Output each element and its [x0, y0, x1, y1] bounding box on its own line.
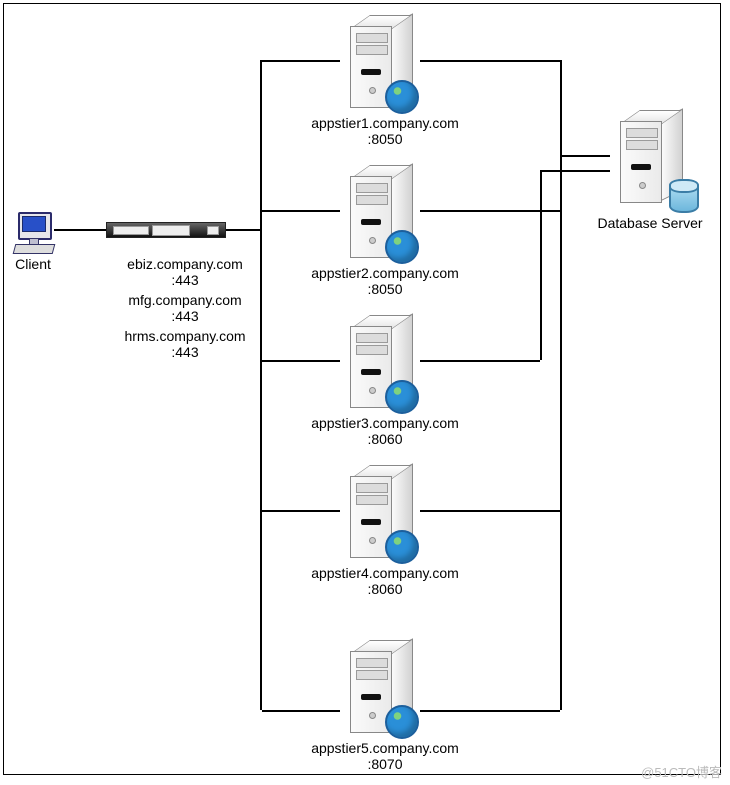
app-server-5-label: appstier5.company.com :8070 [290, 740, 480, 772]
globe-icon [385, 80, 419, 114]
database-cylinder-icon [669, 179, 699, 213]
conn-to-app3 [262, 360, 340, 362]
lb-entry-3: hrms.company.com :443 [110, 328, 260, 360]
db-bus-inner-v [540, 170, 542, 360]
conn-app1-db [420, 60, 560, 62]
conn-app4-db [420, 510, 560, 512]
conn-lb-bus [226, 229, 260, 231]
conn-client-lb [54, 229, 106, 231]
globe-icon [385, 705, 419, 739]
conn-app5-db [420, 710, 560, 712]
conn-app2-db [420, 210, 560, 212]
globe-icon [385, 380, 419, 414]
lb-entry-1: ebiz.company.com :443 [110, 256, 260, 288]
conn-app3-db [420, 360, 540, 362]
db-bus-outer-v [560, 60, 562, 710]
app-server-2-label: appstier2.company.com :8050 [290, 265, 480, 297]
db-bus-inner-to-db [542, 170, 610, 172]
lb-entry-2: mfg.company.com :443 [110, 292, 260, 324]
conn-to-app4 [262, 510, 340, 512]
database-server-icon [615, 110, 685, 205]
app-server-1-label: appstier1.company.com :8050 [290, 115, 480, 147]
conn-to-app2 [262, 210, 340, 212]
app-server-2-icon [345, 165, 415, 260]
db-bus-outer-to-db [562, 155, 610, 157]
diagram-canvas: Client ebiz.company.com :443 mfg.company… [0, 0, 730, 785]
load-balancer-icon [106, 222, 226, 238]
conn-to-app5 [262, 710, 340, 712]
watermark: @51CTO博客 [641, 762, 722, 781]
client-label: Client [4, 256, 62, 272]
bus-vertical [260, 60, 262, 710]
app-server-1-icon [345, 15, 415, 110]
globe-icon [385, 230, 419, 264]
database-label: Database Server [580, 215, 720, 231]
globe-icon [385, 530, 419, 564]
app-server-5-icon [345, 640, 415, 735]
app-server-3-icon [345, 315, 415, 410]
conn-to-app1 [262, 60, 340, 62]
client-icon [12, 212, 54, 252]
app-server-4-label: appstier4.company.com :8060 [290, 565, 480, 597]
app-server-4-icon [345, 465, 415, 560]
app-server-3-label: appstier3.company.com :8060 [290, 415, 480, 447]
